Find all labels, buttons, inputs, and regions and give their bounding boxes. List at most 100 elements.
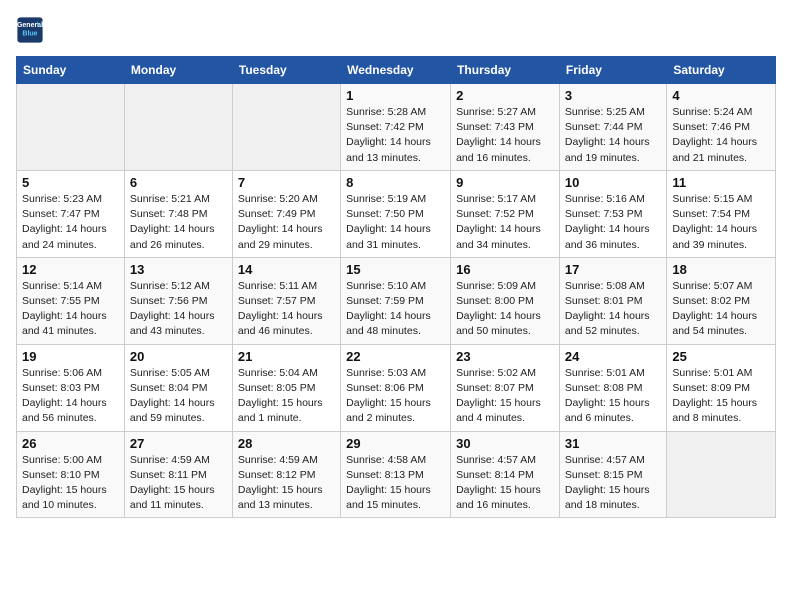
day-cell: 3Sunrise: 5:25 AM Sunset: 7:44 PM Daylig… bbox=[559, 84, 666, 171]
day-detail: Sunrise: 5:27 AM Sunset: 7:43 PM Dayligh… bbox=[456, 105, 554, 166]
weekday-header-row: SundayMondayTuesdayWednesdayThursdayFrid… bbox=[17, 57, 776, 84]
day-number: 2 bbox=[456, 88, 554, 103]
day-detail: Sunrise: 5:07 AM Sunset: 8:02 PM Dayligh… bbox=[672, 279, 770, 340]
day-cell: 19 Sunrise: 5:06 AM Sunset: 8:03 PM Dayli… bbox=[17, 344, 125, 431]
weekday-header-friday: Friday bbox=[559, 57, 666, 84]
day-number: 6 bbox=[130, 175, 227, 190]
day-cell: 5 Sunrise: 5:23 AM Sunset: 7:47 PM Daylig… bbox=[17, 170, 125, 257]
svg-text:Blue: Blue bbox=[22, 31, 37, 38]
svg-text:General: General bbox=[17, 22, 43, 29]
day-detail: Sunrise: 4:57 AM Sunset: 8:15 PM Dayligh… bbox=[565, 453, 661, 514]
day-detail: Sunrise: 4:59 AM Sunset: 8:12 PM Dayligh… bbox=[238, 453, 335, 514]
week-row-1: 1Sunrise: 5:28 AM Sunset: 7:42 PM Daylig… bbox=[17, 84, 776, 171]
day-detail: Sunrise: 5:12 AM Sunset: 7:56 PM Dayligh… bbox=[130, 279, 227, 340]
day-cell: 21 Sunrise: 5:04 AM Sunset: 8:05 PM Dayli… bbox=[232, 344, 340, 431]
day-cell: 26Sunrise: 5:00 AM Sunset: 8:10 PM Dayli… bbox=[17, 431, 125, 518]
day-detail: Sunrise: 5:09 AM Sunset: 8:00 PM Dayligh… bbox=[456, 279, 554, 340]
day-cell: 30Sunrise: 4:57 AM Sunset: 8:14 PM Dayli… bbox=[451, 431, 560, 518]
day-number: 29 bbox=[346, 436, 445, 451]
day-cell bbox=[124, 84, 232, 171]
day-cell: 22Sunrise: 5:03 AM Sunset: 8:06 PM Dayli… bbox=[341, 344, 451, 431]
day-cell: 29 Sunrise: 4:58 AM Sunset: 8:13 PM Dayli… bbox=[341, 431, 451, 518]
day-cell: 2 Sunrise: 5:27 AM Sunset: 7:43 PM Daylig… bbox=[451, 84, 560, 171]
day-detail: Sunrise: 4:59 AM Sunset: 8:11 PM Dayligh… bbox=[130, 453, 227, 514]
day-number: 9 bbox=[456, 175, 554, 190]
day-number: 7 bbox=[238, 175, 335, 190]
day-number: 30 bbox=[456, 436, 554, 451]
day-cell: 14 Sunrise: 5:11 AM Sunset: 7:57 PM Dayli… bbox=[232, 257, 340, 344]
day-cell: 12 Sunrise: 5:14 AM Sunset: 7:55 PM Dayli… bbox=[17, 257, 125, 344]
day-cell: 7 Sunrise: 5:20 AM Sunset: 7:49 PM Daylig… bbox=[232, 170, 340, 257]
day-number: 5 bbox=[22, 175, 119, 190]
day-detail: Sunrise: 5:01 AM Sunset: 8:08 PM Dayligh… bbox=[565, 366, 661, 427]
header: General Blue bbox=[16, 16, 776, 44]
week-row-5: 26Sunrise: 5:00 AM Sunset: 8:10 PM Dayli… bbox=[17, 431, 776, 518]
day-number: 18 bbox=[672, 262, 770, 277]
day-number: 1 bbox=[346, 88, 445, 103]
day-number: 13 bbox=[130, 262, 227, 277]
day-number: 27 bbox=[130, 436, 227, 451]
day-cell: 27 Sunrise: 4:59 AM Sunset: 8:11 PM Dayli… bbox=[124, 431, 232, 518]
day-detail: Sunrise: 5:10 AM Sunset: 7:59 PM Dayligh… bbox=[346, 279, 445, 340]
day-number: 25 bbox=[672, 349, 770, 364]
day-number: 31 bbox=[565, 436, 661, 451]
calendar-table: SundayMondayTuesdayWednesdayThursdayFrid… bbox=[16, 56, 776, 518]
week-row-3: 12 Sunrise: 5:14 AM Sunset: 7:55 PM Dayli… bbox=[17, 257, 776, 344]
day-cell: 17Sunrise: 5:08 AM Sunset: 8:01 PM Dayli… bbox=[559, 257, 666, 344]
day-number: 23 bbox=[456, 349, 554, 364]
day-number: 16 bbox=[456, 262, 554, 277]
day-number: 4 bbox=[672, 88, 770, 103]
day-detail: Sunrise: 5:08 AM Sunset: 8:01 PM Dayligh… bbox=[565, 279, 661, 340]
day-number: 15 bbox=[346, 262, 445, 277]
day-detail: Sunrise: 5:20 AM Sunset: 7:49 PM Dayligh… bbox=[238, 192, 335, 253]
day-number: 21 bbox=[238, 349, 335, 364]
day-detail: Sunrise: 5:23 AM Sunset: 7:47 PM Dayligh… bbox=[22, 192, 119, 253]
weekday-header-tuesday: Tuesday bbox=[232, 57, 340, 84]
logo: General Blue bbox=[16, 16, 48, 44]
day-number: 10 bbox=[565, 175, 661, 190]
weekday-header-sunday: Sunday bbox=[17, 57, 125, 84]
day-number: 3 bbox=[565, 88, 661, 103]
day-detail: Sunrise: 5:04 AM Sunset: 8:05 PM Dayligh… bbox=[238, 366, 335, 427]
day-cell: 16 Sunrise: 5:09 AM Sunset: 8:00 PM Dayli… bbox=[451, 257, 560, 344]
day-number: 20 bbox=[130, 349, 227, 364]
weekday-header-monday: Monday bbox=[124, 57, 232, 84]
day-detail: Sunrise: 5:21 AM Sunset: 7:48 PM Dayligh… bbox=[130, 192, 227, 253]
day-number: 12 bbox=[22, 262, 119, 277]
day-detail: Sunrise: 5:17 AM Sunset: 7:52 PM Dayligh… bbox=[456, 192, 554, 253]
day-cell: 13 Sunrise: 5:12 AM Sunset: 7:56 PM Dayli… bbox=[124, 257, 232, 344]
day-detail: Sunrise: 5:03 AM Sunset: 8:06 PM Dayligh… bbox=[346, 366, 445, 427]
logo-icon: General Blue bbox=[16, 16, 44, 44]
day-detail: Sunrise: 5:19 AM Sunset: 7:50 PM Dayligh… bbox=[346, 192, 445, 253]
day-detail: Sunrise: 5:06 AM Sunset: 8:03 PM Dayligh… bbox=[22, 366, 119, 427]
day-detail: Sunrise: 5:05 AM Sunset: 8:04 PM Dayligh… bbox=[130, 366, 227, 427]
day-number: 24 bbox=[565, 349, 661, 364]
day-number: 11 bbox=[672, 175, 770, 190]
day-cell: 11Sunrise: 5:15 AM Sunset: 7:54 PM Dayli… bbox=[667, 170, 776, 257]
week-row-4: 19 Sunrise: 5:06 AM Sunset: 8:03 PM Dayli… bbox=[17, 344, 776, 431]
day-cell bbox=[17, 84, 125, 171]
day-cell: 6 Sunrise: 5:21 AM Sunset: 7:48 PM Daylig… bbox=[124, 170, 232, 257]
day-detail: Sunrise: 5:14 AM Sunset: 7:55 PM Dayligh… bbox=[22, 279, 119, 340]
day-cell bbox=[232, 84, 340, 171]
day-number: 14 bbox=[238, 262, 335, 277]
weekday-header-saturday: Saturday bbox=[667, 57, 776, 84]
day-detail: Sunrise: 4:58 AM Sunset: 8:13 PM Dayligh… bbox=[346, 453, 445, 514]
day-detail: Sunrise: 5:11 AM Sunset: 7:57 PM Dayligh… bbox=[238, 279, 335, 340]
day-number: 26 bbox=[22, 436, 119, 451]
day-cell: 20 Sunrise: 5:05 AM Sunset: 8:04 PM Dayli… bbox=[124, 344, 232, 431]
day-cell: 8Sunrise: 5:19 AM Sunset: 7:50 PM Daylig… bbox=[341, 170, 451, 257]
day-number: 28 bbox=[238, 436, 335, 451]
week-row-2: 5 Sunrise: 5:23 AM Sunset: 7:47 PM Daylig… bbox=[17, 170, 776, 257]
day-cell: 1Sunrise: 5:28 AM Sunset: 7:42 PM Daylig… bbox=[341, 84, 451, 171]
day-cell: 18 Sunrise: 5:07 AM Sunset: 8:02 PM Dayli… bbox=[667, 257, 776, 344]
day-detail: Sunrise: 5:24 AM Sunset: 7:46 PM Dayligh… bbox=[672, 105, 770, 166]
day-number: 19 bbox=[22, 349, 119, 364]
day-cell: 31 Sunrise: 4:57 AM Sunset: 8:15 PM Dayli… bbox=[559, 431, 666, 518]
day-cell: 23 Sunrise: 5:02 AM Sunset: 8:07 PM Dayli… bbox=[451, 344, 560, 431]
day-detail: Sunrise: 5:02 AM Sunset: 8:07 PM Dayligh… bbox=[456, 366, 554, 427]
day-cell: 15 Sunrise: 5:10 AM Sunset: 7:59 PM Dayli… bbox=[341, 257, 451, 344]
weekday-header-wednesday: Wednesday bbox=[341, 57, 451, 84]
day-detail: Sunrise: 5:01 AM Sunset: 8:09 PM Dayligh… bbox=[672, 366, 770, 427]
day-cell: 28 Sunrise: 4:59 AM Sunset: 8:12 PM Dayli… bbox=[232, 431, 340, 518]
